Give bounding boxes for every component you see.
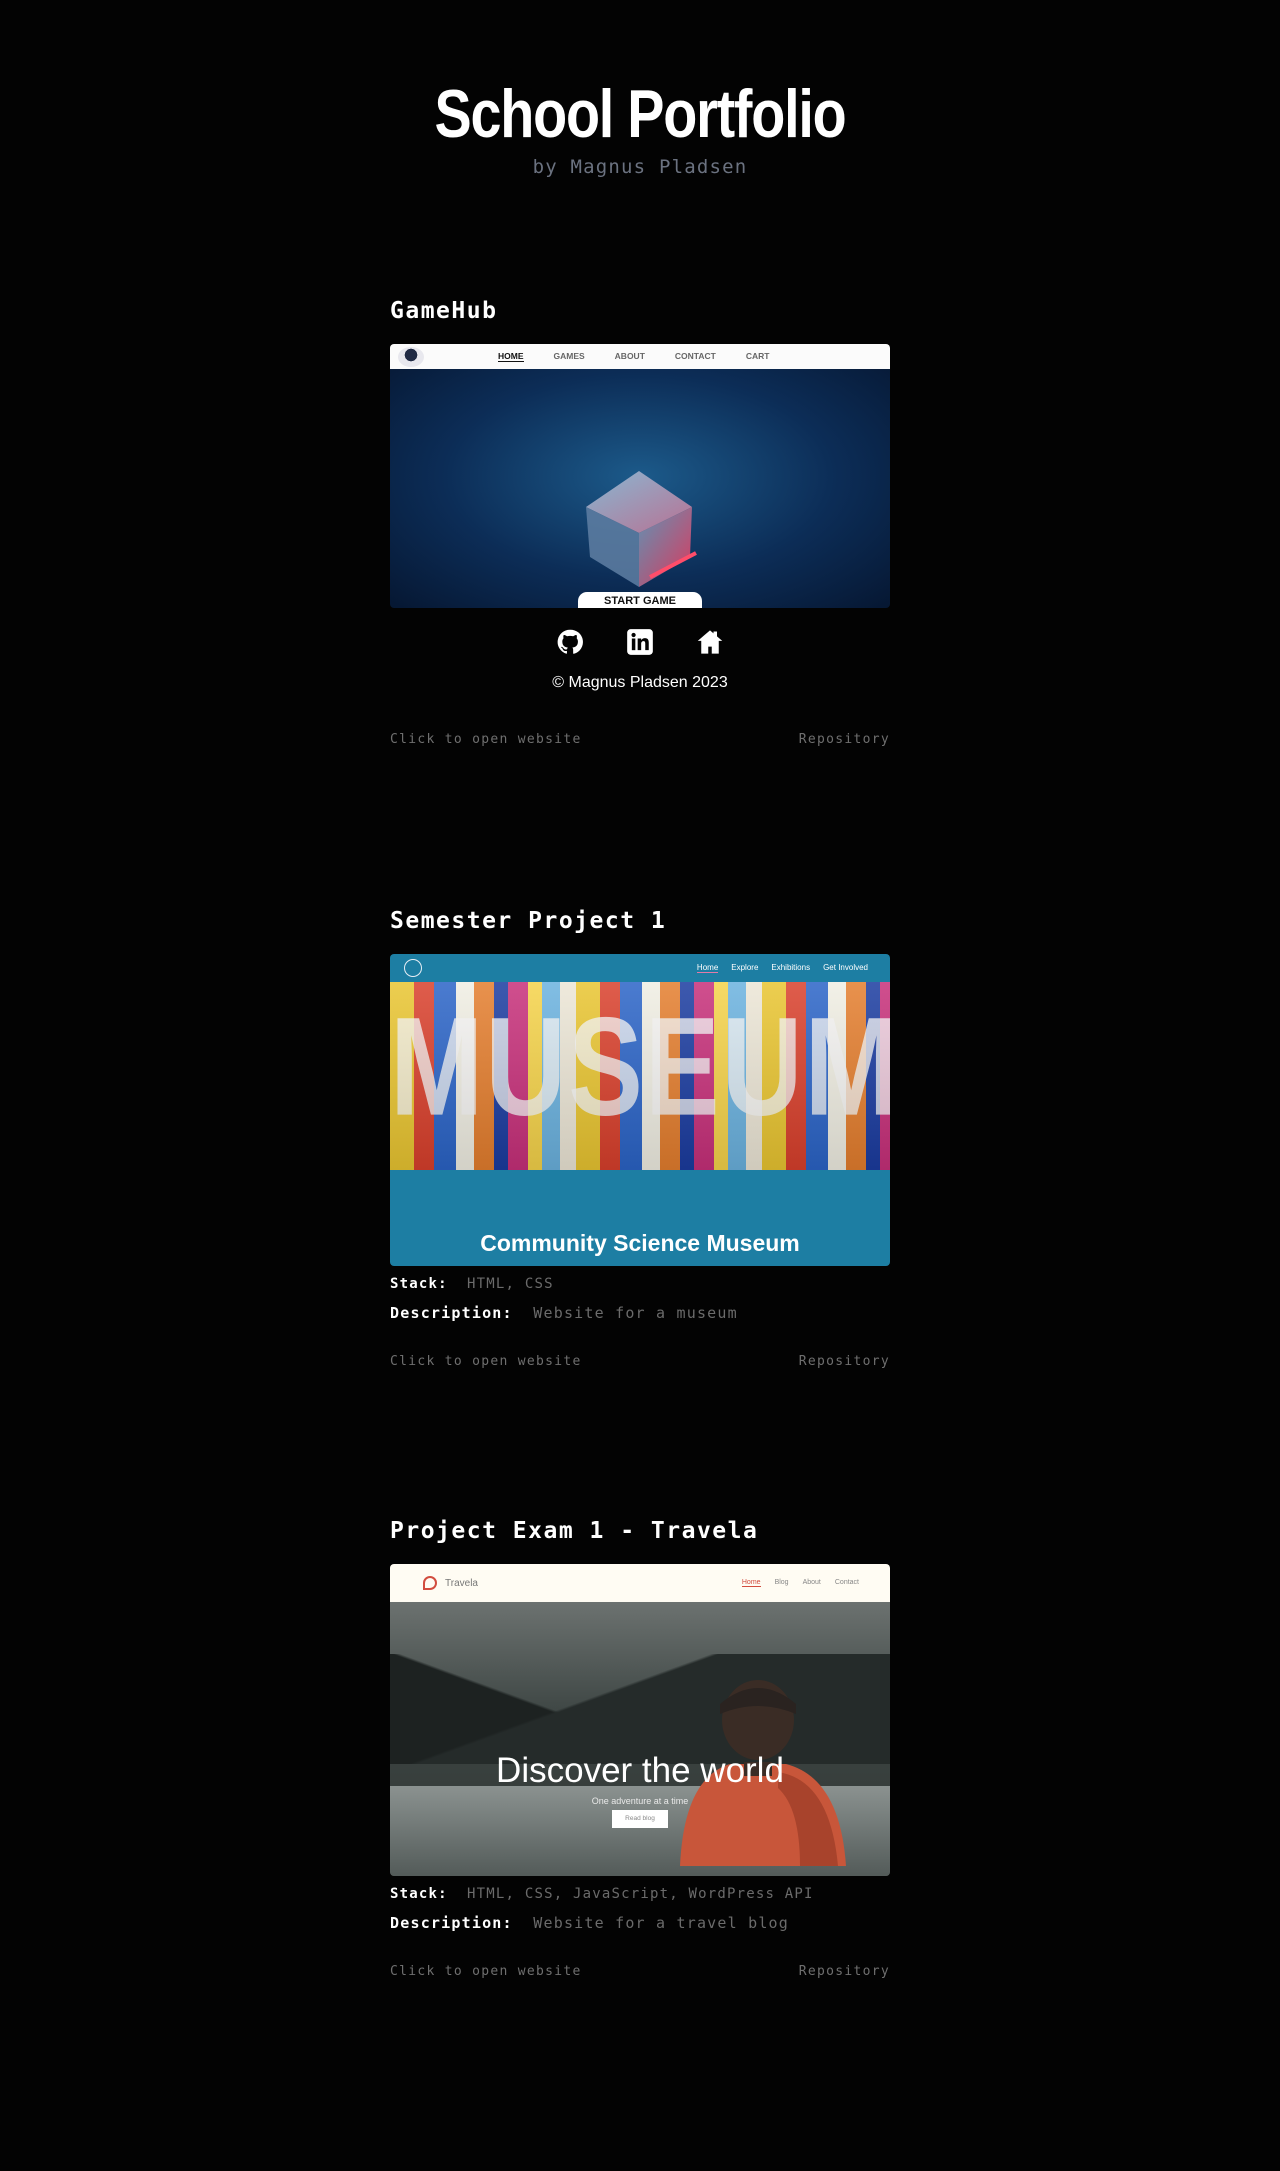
preview-nav-item: Home [696, 963, 719, 973]
project-stack: Stack: HTML, CSS [390, 1276, 890, 1292]
preview-nav-item: ABOUT [614, 351, 645, 361]
page-header: School Portfolio by Magnus Pladsen [0, 0, 1280, 178]
copyright-text: © Magnus Pladsen 2023 [552, 674, 728, 691]
preview-nav-item: About [802, 1579, 821, 1586]
open-website-link[interactable]: Click to open website [390, 1964, 582, 1979]
preview-heading: Discover the world [496, 1751, 784, 1790]
project-screenshot-travela[interactable]: Travela Home Blog About Contact Discover… [390, 1564, 890, 1876]
project-description: Description: Website for a travel blog [390, 1914, 890, 1932]
atom-logo-icon [404, 959, 422, 977]
preview-nav-item: Home [741, 1579, 761, 1587]
project-screenshot-gamehub[interactable]: HOME GAMES ABOUT CONTACT CART START GAME [390, 344, 890, 608]
preview-navbar: Home Explore Exhibitions Get Involved [390, 954, 890, 982]
preview-nav-item: GAMES [553, 351, 585, 361]
preview-read-blog-button: Read blog [612, 1810, 668, 1828]
repository-link[interactable]: Repository [799, 1964, 890, 1979]
preview-nav: Home Blog About Contact [741, 1579, 859, 1587]
open-website-link[interactable]: Click to open website [390, 1354, 582, 1369]
project-semester-project-1: Semester Project 1 Home Explore Exhibiti… [390, 906, 890, 1369]
stack-label: Stack: [390, 1276, 448, 1292]
description-value: Website for a travel blog [533, 1914, 790, 1932]
preview-nav-item: Blog [774, 1579, 789, 1586]
preview-logo [398, 346, 424, 367]
project-gamehub: GameHub HOME GAMES ABOUT CONTACT CART ST… [390, 296, 890, 747]
description-label: Description: [390, 1304, 513, 1322]
description-label: Description: [390, 1914, 513, 1932]
preview-hero: Discover the world One adventure at a ti… [390, 1602, 890, 1876]
repository-link[interactable]: Repository [799, 1354, 890, 1369]
preview-brand: Travela [445, 1577, 478, 1589]
project-stack: Stack: HTML, CSS, JavaScript, WordPress … [390, 1886, 890, 1902]
stack-value: HTML, CSS, JavaScript, WordPress API [467, 1886, 814, 1902]
open-website-link[interactable]: Click to open website [390, 732, 582, 747]
preview-nav: Home Explore Exhibitions Get Involved [696, 963, 868, 973]
github-icon[interactable] [556, 628, 584, 656]
linkedin-icon[interactable] [626, 628, 654, 656]
preview-nav-item: CONTACT [674, 351, 716, 361]
repository-link[interactable]: Repository [799, 732, 890, 747]
project-title: Semester Project 1 [390, 908, 667, 934]
social-links [390, 628, 890, 656]
location-pin-icon [423, 1576, 437, 1590]
glass-cube-image [586, 471, 697, 587]
project-title: Project Exam 1 - Travela [390, 1518, 759, 1544]
preview-navbar: HOME GAMES ABOUT CONTACT CART [390, 344, 890, 369]
project-links: Click to open website Repository [390, 1964, 890, 1979]
preview-hero: START GAME [390, 369, 890, 608]
preview-nav-item: Exhibitions [771, 963, 811, 972]
preview-nav: HOME GAMES ABOUT CONTACT CART [498, 351, 769, 362]
home-icon[interactable] [696, 628, 724, 656]
preview-nav-item: Contact [834, 1579, 859, 1586]
description-value: Website for a museum [533, 1304, 738, 1322]
stack-value: HTML, CSS [467, 1276, 554, 1292]
stack-label: Stack: [390, 1886, 448, 1902]
preview-nav-item: Get Involved [823, 963, 868, 972]
project-title: GameHub [390, 298, 498, 324]
page-subtitle: by Magnus Pladsen [532, 156, 748, 178]
project-travela: Project Exam 1 - Travela Travela Home Bl… [390, 1516, 890, 1979]
preview-subheading: One adventure at a time [591, 1796, 689, 1806]
museum-sign-text: MUSEUM [390, 988, 890, 1145]
preview-nav-item: CART [745, 351, 770, 361]
preview-navbar: Travela Home Blog About Contact [390, 1564, 890, 1602]
museum-sign-image: MUSEUM [390, 982, 890, 1170]
project-links: Click to open website Repository [390, 1354, 890, 1369]
preview-nav-item: HOME [498, 351, 524, 362]
project-screenshot-museum[interactable]: Home Explore Exhibitions Get Involved MU… [390, 954, 890, 1266]
preview-heading: Community Science Museum [480, 1230, 800, 1256]
preview-start-button: START GAME [578, 592, 702, 608]
project-description: Description: Website for a museum [390, 1304, 890, 1322]
page-title: School Portfolio [434, 76, 847, 152]
preview-nav-item: Explore [731, 963, 759, 972]
project-links: Click to open website Repository [390, 732, 890, 747]
